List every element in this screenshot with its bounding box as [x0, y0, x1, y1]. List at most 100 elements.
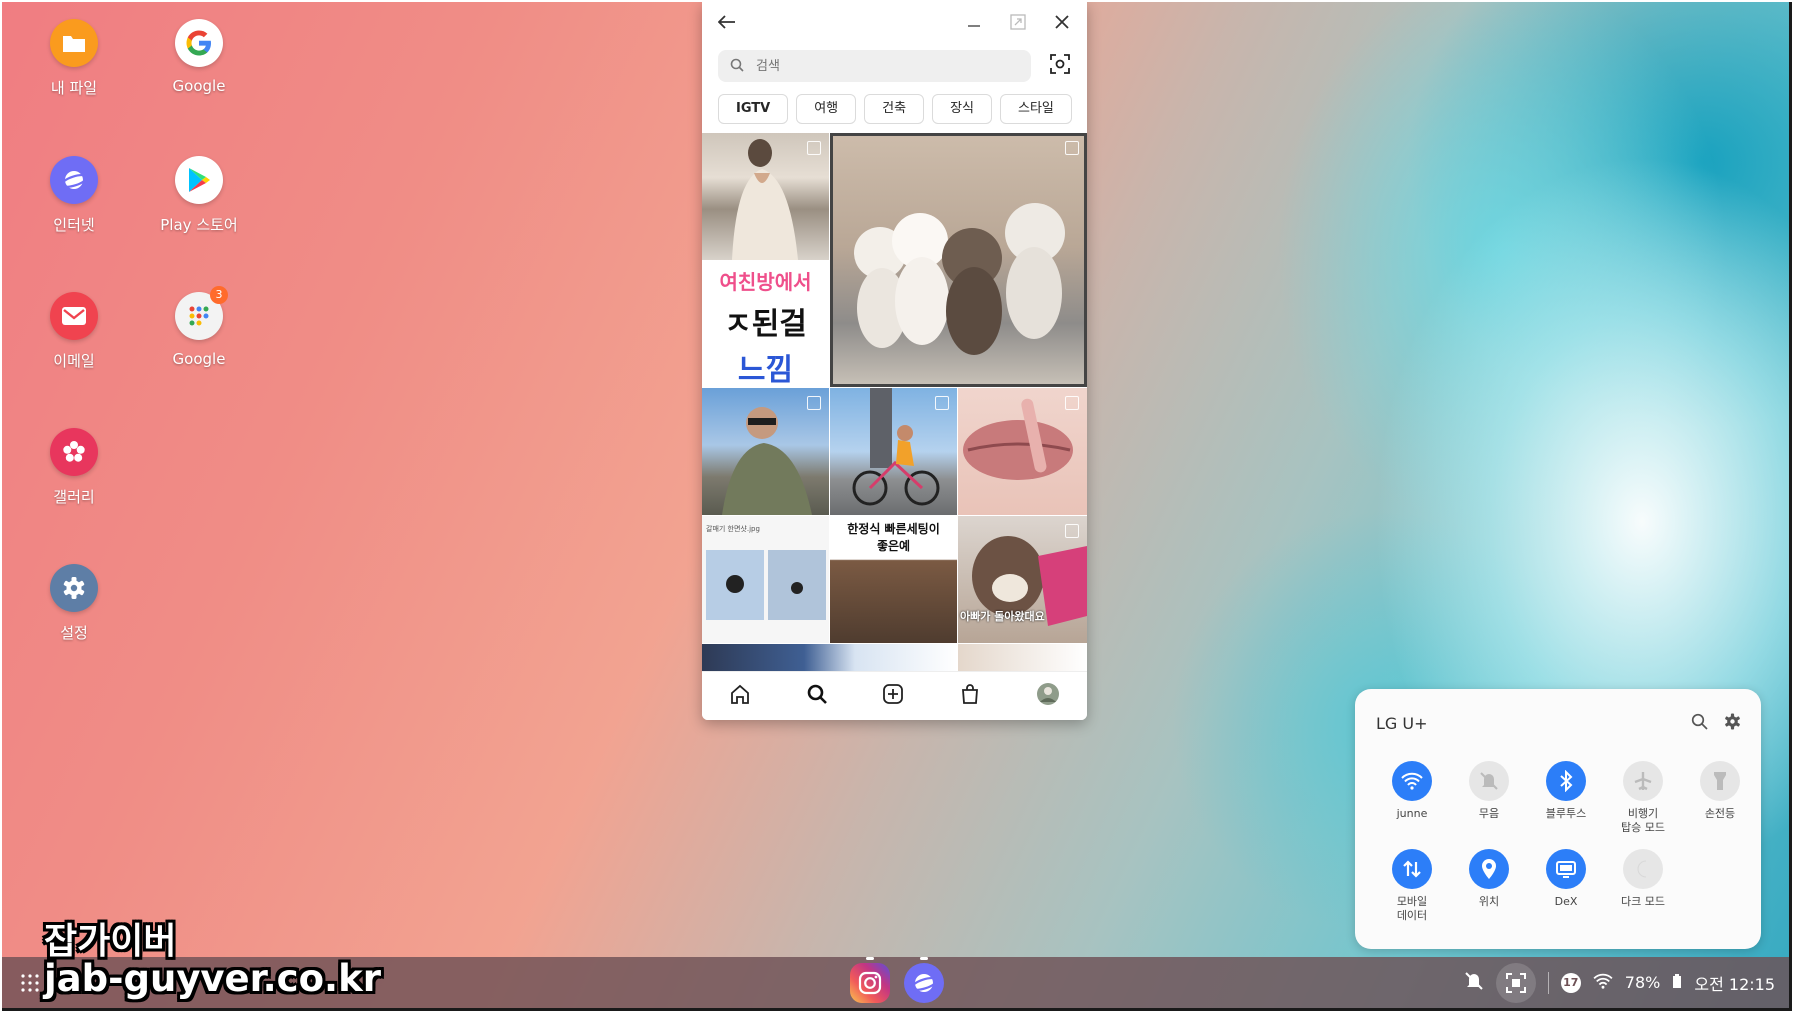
gallery-icon — [50, 428, 98, 476]
quick-tile-wifi[interactable]: junne — [1373, 761, 1451, 821]
desktop-icon-settings[interactable]: 설정 — [19, 564, 129, 643]
quick-tile-label: 손전등 — [1704, 807, 1736, 820]
notification-badge: 3 — [210, 286, 228, 304]
home-icon[interactable] — [729, 683, 751, 709]
gear-icon[interactable] — [1724, 713, 1741, 734]
explore-post[interactable]: 한정식 빠른세팅이 좋은예 — [830, 516, 957, 643]
meme-text-pink: 여친방에서 — [719, 270, 812, 294]
dark-mode-icon — [1623, 849, 1663, 889]
taskbar-internet-icon[interactable] — [904, 957, 944, 1003]
quick-tile-label: DeX — [1554, 895, 1578, 908]
meme-text-black: ㅈ된걸 — [724, 307, 807, 342]
quick-tile-label: 위치 — [1478, 895, 1500, 908]
explore-post[interactable]: 갈매기 한면샷.jpg — [702, 516, 829, 643]
quick-tile-label: 모바일 데이터 — [1396, 895, 1428, 922]
close-icon[interactable] — [1051, 11, 1073, 33]
chip-style[interactable]: 스타일 — [999, 94, 1072, 124]
bottom-nav — [702, 671, 1087, 720]
quick-tile-label: 비행기 탑승 모드 — [1621, 807, 1665, 834]
quick-tile-flashlight[interactable]: 손전등 — [1681, 761, 1759, 821]
instagram-window: IGTV 여행 건축 장식 스타일 여친방에서 ㅈ된걸 느낌 — [702, 2, 1087, 720]
desktop-icon-label: 이메일 — [53, 352, 95, 370]
desktop-icon-play-store[interactable]: Play 스토어 — [144, 156, 254, 235]
folder-icon — [50, 19, 98, 67]
quick-tile-dex[interactable]: DeX — [1527, 849, 1605, 909]
post-caption-file: 갈매기 한면샷.jpg — [706, 525, 760, 533]
desktop-icon-label: 갤러리 — [53, 488, 95, 506]
chip-architecture[interactable]: 건축 — [864, 94, 925, 124]
explore-post[interactable] — [702, 644, 957, 673]
post-caption-title: 한정식 빠른세팅이 — [847, 522, 940, 536]
quick-tile-mobile-data[interactable]: 모바일 데이터 — [1373, 849, 1451, 923]
desktop-icon-google-folder[interactable]: 3 Google — [144, 286, 254, 368]
profile-avatar[interactable] — [1036, 682, 1060, 710]
quick-tile-label: junne — [1396, 807, 1428, 820]
desktop-icon-internet[interactable]: 인터넷 — [19, 156, 129, 235]
maximize-icon[interactable] — [1007, 11, 1029, 33]
mute-icon — [1469, 761, 1509, 801]
search-icon[interactable] — [806, 683, 828, 709]
clock[interactable]: 오전 12:15 — [1694, 971, 1775, 995]
explore-post[interactable]: 아빠가 돌아왔대요 — [958, 516, 1087, 643]
desktop-icon-gallery[interactable]: 갤러리 — [19, 428, 129, 507]
explore-post[interactable] — [830, 388, 957, 515]
explore-post[interactable]: 여친방에서 ㅈ된걸 느낌 — [702, 260, 829, 387]
chip-igtv[interactable]: IGTV — [718, 94, 789, 124]
mobile-data-icon — [1392, 849, 1432, 889]
dex-icon — [1546, 849, 1586, 889]
quick-tile-dark-mode[interactable]: 다크 모드 — [1604, 849, 1682, 909]
apps-grid-icon[interactable] — [20, 973, 40, 997]
mute-icon[interactable] — [1464, 971, 1484, 995]
back-arrow-icon[interactable] — [716, 11, 738, 33]
location-icon — [1469, 849, 1509, 889]
notification-count[interactable]: 17 — [1560, 972, 1581, 993]
explore-post[interactable] — [958, 388, 1087, 515]
explore-grid: 여친방에서 ㅈ된걸 느낌 갈매기 한면샷.jpg 한정식 빠른세팅이 좋은예 아… — [702, 133, 1087, 673]
google-icon — [175, 19, 223, 67]
desktop-icon-google[interactable]: Google — [144, 19, 254, 95]
carrier-name: LG U+ — [1376, 714, 1428, 733]
minimize-icon[interactable] — [963, 11, 985, 33]
quick-panel: LG U+ junne 무음 블루투스 비행기 탑승 모드 손전등 모바일 데이… — [1355, 689, 1761, 949]
quick-tile-label: 다크 모드 — [1621, 895, 1665, 908]
quick-tile-location[interactable]: 위치 — [1450, 849, 1528, 909]
chip-travel[interactable]: 여행 — [796, 94, 857, 124]
explore-post[interactable] — [702, 388, 829, 515]
explore-post[interactable] — [702, 133, 829, 260]
bluetooth-icon — [1546, 761, 1586, 801]
search-input[interactable] — [754, 57, 958, 75]
topic-chips: IGTV 여행 건축 장식 스타일 — [702, 90, 1087, 132]
samsung-internet-icon — [50, 156, 98, 204]
quick-tile-airplane[interactable]: 비행기 탑승 모드 — [1604, 761, 1682, 835]
window-titlebar — [702, 2, 1087, 42]
desktop-icon-label: Play 스토어 — [160, 216, 238, 234]
search-field[interactable] — [718, 50, 1031, 82]
email-icon — [50, 292, 98, 340]
battery-level: 78% — [1624, 973, 1661, 992]
desktop-icon-label: 인터넷 — [53, 216, 95, 234]
scan-icon[interactable] — [1049, 53, 1071, 79]
desktop-icon-label: Google — [172, 77, 226, 95]
watermark-url: jab-guyver.co.kr — [44, 957, 381, 1000]
explore-post[interactable] — [958, 644, 1087, 673]
quick-tile-bluetooth[interactable]: 블루투스 — [1527, 761, 1605, 821]
shop-icon[interactable] — [959, 683, 981, 709]
desktop: 내 파일 Google 인터넷 Play 스토어 이메일 3 Google 갤러… — [2, 2, 1792, 1011]
chip-decor[interactable]: 장식 — [932, 94, 992, 124]
desktop-icon-label: 설정 — [60, 624, 88, 642]
battery-icon — [1672, 973, 1682, 993]
quick-tile-label: 무음 — [1478, 807, 1500, 820]
search-icon[interactable] — [1691, 713, 1708, 734]
meme-text-blue: 느낌 — [737, 353, 794, 387]
post-caption-dog: 아빠가 돌아왔대요 — [960, 610, 1045, 623]
desktop-icon-email[interactable]: 이메일 — [19, 292, 129, 371]
quick-tile-mute[interactable]: 무음 — [1450, 761, 1528, 821]
flashlight-icon — [1700, 761, 1740, 801]
screen-capture-icon[interactable] — [1495, 962, 1536, 1003]
explore-post[interactable] — [830, 133, 1087, 387]
play-store-icon — [175, 156, 223, 204]
add-post-icon[interactable] — [882, 683, 904, 709]
desktop-icon-my-files[interactable]: 내 파일 — [19, 19, 129, 98]
taskbar-instagram-icon[interactable] — [850, 957, 890, 1003]
airplane-icon — [1623, 761, 1663, 801]
